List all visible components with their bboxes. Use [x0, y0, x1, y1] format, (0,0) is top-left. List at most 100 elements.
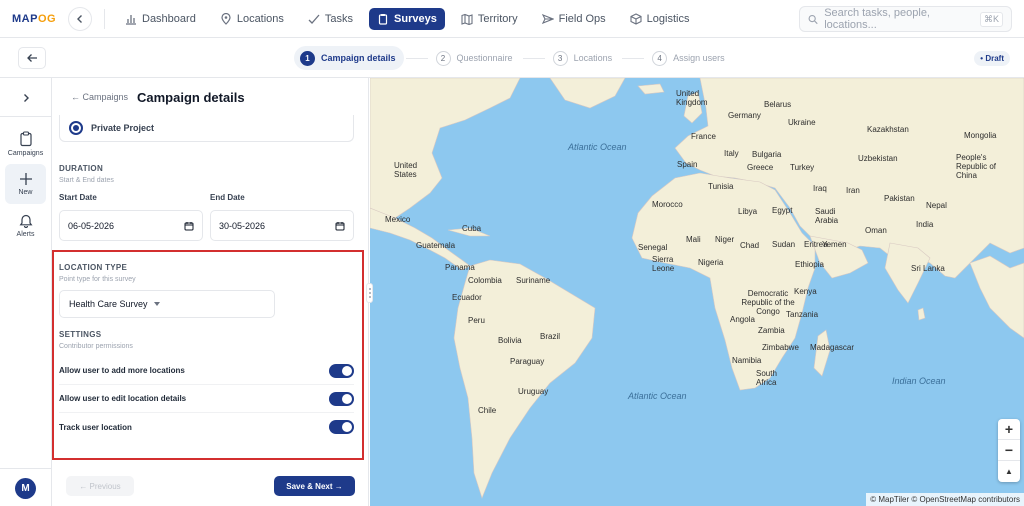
step-locations[interactable]: 3 Locations [547, 46, 621, 70]
map-label-country: Sudan [772, 240, 796, 249]
end-date-input[interactable]: 30-05-2026 [210, 210, 354, 241]
map-label-country: Peru [468, 316, 485, 325]
end-date-value: 30-05-2026 [219, 220, 266, 231]
step-label: Assign users [673, 53, 725, 63]
step-connector [405, 57, 428, 59]
zoom-out-button[interactable]: − [998, 440, 1020, 461]
side-rail: Campaigns New Alerts M [0, 78, 52, 506]
map-label-country: Senegal [638, 243, 668, 252]
map-label-country: Suriname [516, 276, 551, 285]
step-assign-users[interactable]: 4 Assign users [646, 46, 733, 70]
nav-locations[interactable]: Locations [212, 8, 292, 30]
nav-label: Territory [477, 12, 518, 25]
breadcrumb-campaigns[interactable]: ← Campaigns [71, 92, 128, 102]
map-label-country: Greece [747, 163, 774, 172]
map-label-ocean: Atlantic Ocean [568, 142, 627, 152]
step-label: Locations [573, 53, 613, 63]
arrow-left-icon [27, 54, 37, 62]
map-label-country: Oman [865, 226, 887, 235]
map-label-ocean: Atlantic Ocean [628, 391, 687, 401]
rail-campaigns[interactable]: Campaigns [5, 124, 46, 164]
nav-label: Field Ops [558, 12, 606, 25]
map-label-country: Germany [728, 111, 761, 120]
map-label-country: France [691, 132, 716, 141]
map-label-country: Uzbekistan [858, 154, 898, 163]
section-title-settings: SETTINGS [59, 330, 102, 339]
map-label-country: Zambia [758, 326, 785, 335]
back-button[interactable] [18, 47, 46, 69]
step-questionnaire[interactable]: 2 Questionnaire [430, 46, 521, 70]
clipboard-icon [378, 13, 388, 25]
search-icon [808, 14, 818, 24]
nav-territory[interactable]: Territory [453, 8, 526, 30]
calendar-icon[interactable] [335, 221, 345, 231]
check-icon [308, 14, 320, 24]
nav-dashboard[interactable]: Dashboard [117, 8, 204, 30]
start-date-value: 06-05-2026 [68, 220, 115, 231]
nav-field-ops[interactable]: Field Ops [534, 8, 614, 30]
section-title-duration: DURATION [59, 164, 104, 173]
map-attribution[interactable]: © MapTiler © OpenStreetMap contributors [866, 493, 1024, 506]
caret-down-icon [153, 302, 160, 306]
world-map[interactable]: Atlantic Ocean Atlantic Ocean Indian Oce… [370, 78, 1024, 506]
nav-logistics[interactable]: Logistics [622, 8, 698, 30]
map-label-country: Chile [478, 406, 497, 415]
nav-label: Dashboard [142, 12, 196, 25]
search-placeholder: Search tasks, people, locations... [824, 7, 930, 31]
calendar-icon[interactable] [184, 221, 194, 231]
bar-chart-icon [126, 14, 136, 25]
map-label-country: Nigeria [698, 258, 724, 267]
global-search[interactable]: Search tasks, people, locations... ⌘K [799, 6, 1012, 32]
map-label-country: United States [394, 161, 418, 179]
map-label-country: Panama [445, 263, 475, 272]
nav-label: Tasks [324, 12, 354, 25]
previous-button[interactable]: ← Previous [66, 476, 134, 496]
plus-icon [19, 173, 32, 185]
resize-handle[interactable] [366, 283, 373, 303]
box-icon [630, 12, 642, 25]
end-date-label: End Date [210, 193, 245, 202]
location-type-select[interactable]: Health Care Survey [59, 290, 275, 318]
step-connector [522, 57, 545, 59]
stepper: 1 Campaign details 2 Questionnaire 3 Loc… [294, 46, 733, 70]
nav-surveys[interactable]: Surveys [369, 7, 445, 30]
zoom-in-button[interactable]: + [998, 419, 1020, 440]
rail-alerts[interactable]: Alerts [5, 205, 46, 245]
map-label-country: Mexico [385, 215, 411, 224]
chevron-left-icon [77, 14, 82, 23]
nav-tasks[interactable]: Tasks [300, 8, 361, 30]
map-land [370, 78, 1024, 499]
map-label-country: Eritrea [804, 240, 828, 249]
avatar[interactable]: M [15, 478, 36, 499]
back-button[interactable] [68, 6, 92, 31]
pin-icon [221, 12, 231, 25]
step-label: Campaign details [321, 53, 396, 63]
map-label-country: Egypt [772, 206, 793, 215]
start-date-input[interactable]: 06-05-2026 [59, 210, 203, 241]
map-label-country: Tanzania [786, 310, 819, 319]
setting-track-location: Track user location [59, 413, 354, 441]
map-label-country: Brazil [540, 332, 561, 341]
rail-new[interactable]: New [5, 164, 46, 204]
step-campaign-details[interactable]: 1 Campaign details [294, 46, 404, 70]
project-option-private[interactable]: Private Project [59, 115, 354, 142]
toggle-track-location[interactable] [329, 420, 354, 434]
radio-selected-icon[interactable] [69, 121, 83, 135]
compass-icon[interactable]: ▲ [998, 461, 1020, 482]
map-label-ocean: Indian Ocean [892, 376, 946, 386]
toggle-edit-locations[interactable] [329, 391, 354, 406]
map-label-country: Iran [846, 186, 860, 195]
app-logo[interactable]: MAPOG [12, 13, 56, 25]
map-label-country: Chad [740, 241, 760, 250]
bell-icon [19, 214, 32, 228]
top-nav: MAPOG Dashboard Locations Tasks Surveys … [0, 0, 1024, 38]
nav-label: Locations [236, 12, 284, 25]
step-label: Questionnaire [456, 53, 513, 63]
save-next-button[interactable]: Save & Next → [274, 476, 355, 496]
map-label-country: Colombia [468, 276, 502, 285]
toggle-add-locations[interactable] [329, 363, 354, 378]
map-label-country: Mongolia [964, 131, 997, 140]
expand-rail-button[interactable] [16, 88, 36, 108]
map-label-country: People's Republic of China [956, 153, 997, 180]
map-label-country: Bulgaria [752, 150, 782, 159]
